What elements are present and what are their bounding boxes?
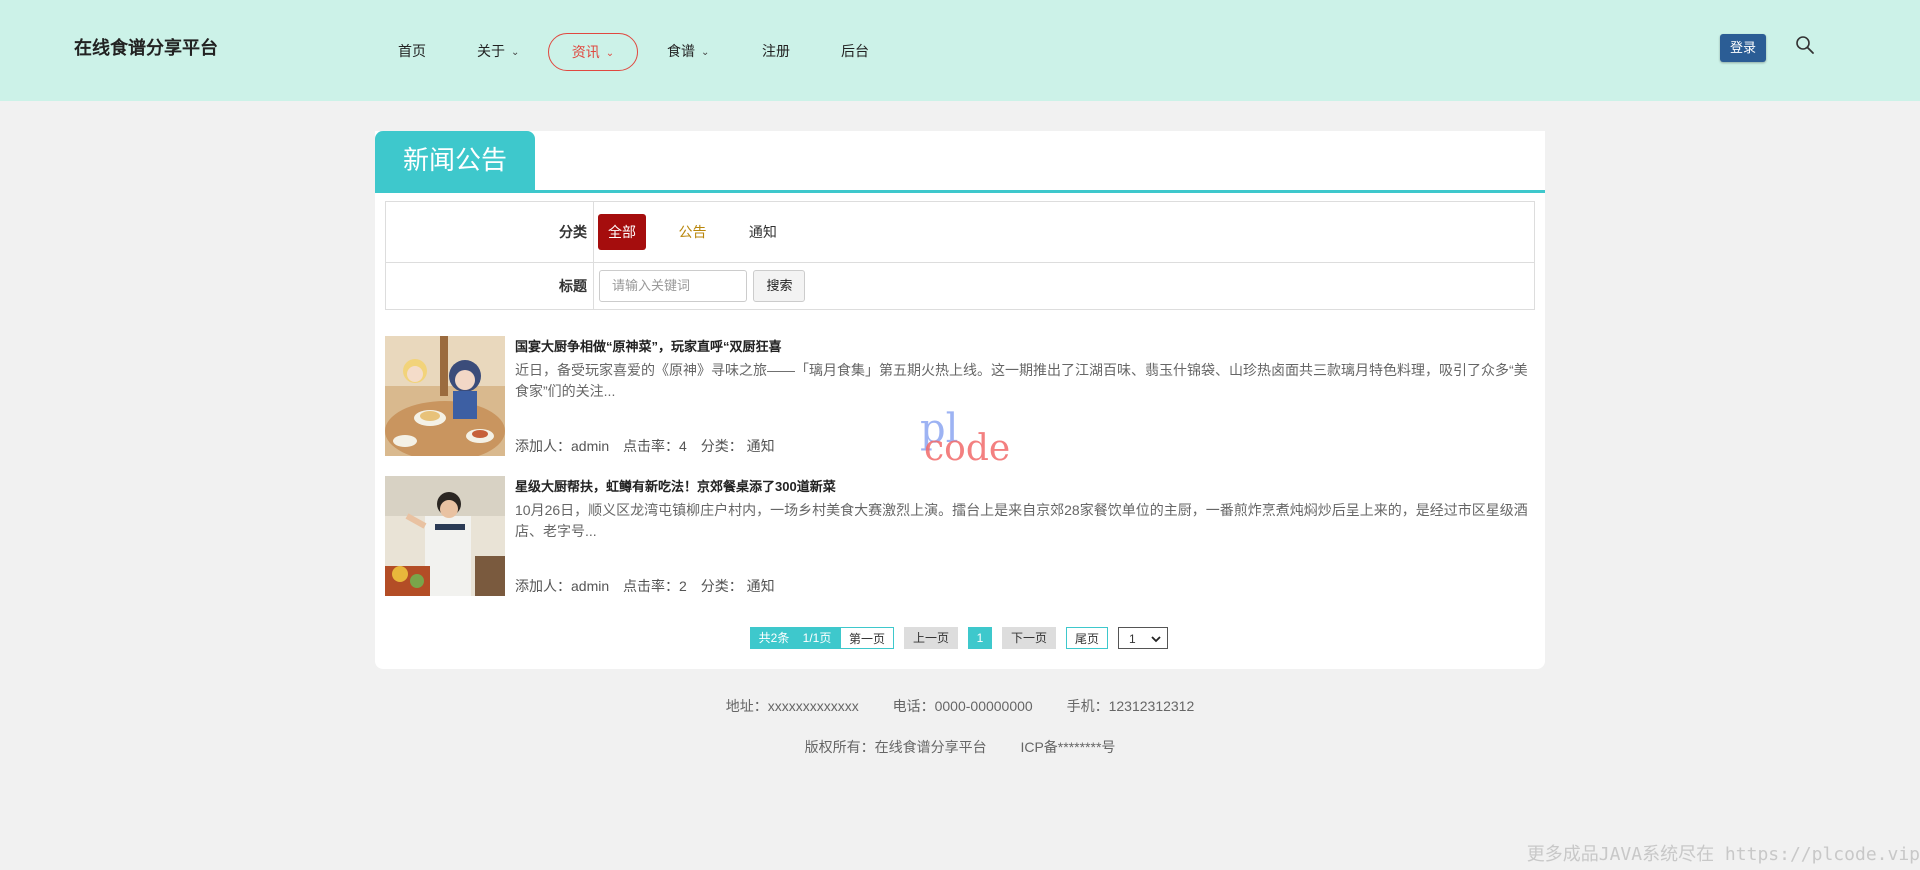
site-brand[interactable]: 在线食谱分享平台 <box>74 34 218 60</box>
category-label: 分类 <box>385 201 594 263</box>
news-title[interactable]: 星级大厨帮扶，虹鳟有新吃法！京郊餐桌添了300道新菜 <box>515 476 836 495</box>
news-summary: 近日，备受玩家喜爱的《原神》寻味之旅——「璃月食集」第五期火热上线。这一期推出了… <box>515 362 1528 399</box>
footer-copyright: 版权所有：在线食谱分享平台 <box>804 739 987 755</box>
news-thumbnail[interactable] <box>385 476 505 596</box>
nav-register[interactable]: 注册 <box>762 33 790 69</box>
news-category: 分类： 通知 <box>700 578 775 594</box>
site-header: 在线食谱分享平台 首页 关于 ⌄ 资讯 ⌄ 食谱 ⌄ 注册 后台 登录 <box>0 0 1920 101</box>
news-clicks: 点击率：2 <box>623 578 687 594</box>
chevron-down-icon: ⌄ <box>701 47 710 58</box>
search-icon[interactable] <box>1795 35 1815 55</box>
nav-recipes[interactable]: 食谱 ⌄ <box>667 33 709 69</box>
title-search-input[interactable]: 请输入关键词 <box>599 270 747 302</box>
first-page-button[interactable]: 第一页 <box>840 627 894 649</box>
pagination-pages: 1/1页 <box>802 631 832 645</box>
current-page[interactable]: 1 <box>968 627 992 649</box>
svg-text:code: code <box>924 428 1010 469</box>
prev-page-button[interactable]: 上一页 <box>904 627 958 649</box>
footer-phone: 电话：0000-00000000 <box>892 698 1033 714</box>
plcode-watermark-logo: pl code <box>920 406 1020 470</box>
news-clicks: 点击率：4 <box>623 438 687 454</box>
category-all[interactable]: 全部 <box>598 214 646 250</box>
next-page-button[interactable]: 下一页 <box>1002 627 1056 649</box>
section-title: 新闻公告 <box>375 131 535 190</box>
news-author: 添加人：admin <box>515 438 610 454</box>
news-summary: 10月26日，顺义区龙湾屯镇柳庄户村内，一场乡村美食大赛激烈上演。擂台上是来自京… <box>515 502 1528 539</box>
category-notice[interactable]: 通知 <box>739 214 787 250</box>
pagination-total: 共2条 <box>758 631 790 645</box>
chevron-down-icon <box>1151 636 1161 643</box>
nav-admin-label: 后台 <box>841 43 869 59</box>
nav-register-label: 注册 <box>762 43 790 59</box>
news-meta: 添加人：admin 点击率：4 分类： 通知 <box>515 436 785 456</box>
nav-about-label: 关于 <box>477 43 505 59</box>
page-select[interactable]: 1 <box>1118 627 1168 649</box>
category-options: 全部 公告 通知 <box>593 201 1535 263</box>
last-page-button[interactable]: 尾页 <box>1066 627 1108 649</box>
nav-home-label: 首页 <box>398 43 426 59</box>
page-select-value: 1 <box>1129 632 1136 646</box>
nav-news[interactable]: 资讯 ⌄ <box>548 33 638 71</box>
footer-mobile: 手机：12312312312 <box>1066 698 1195 714</box>
title-search-cell: 请输入关键词 搜索 <box>593 262 1535 310</box>
nav-admin[interactable]: 后台 <box>841 33 869 69</box>
login-button[interactable]: 登录 <box>1720 34 1766 62</box>
filter-table: 分类 全部 公告 通知 标题 请输入关键词 搜索 <box>385 201 1535 310</box>
section-tab-bar: 新闻公告 <box>375 131 1545 193</box>
news-category: 分类： 通知 <box>700 438 775 454</box>
corner-watermark-text: 更多成品JAVA系统尽在 https://plcode.vip <box>1526 844 1920 865</box>
footer-copyright-line: 版权所有：在线食谱分享平台 ICP备********号 <box>0 737 1920 757</box>
pagination-summary: 共2条 1/1页 <box>750 627 840 649</box>
news-card: 新闻公告 分类 全部 公告 通知 标题 请输入关键词 搜索 国宴大厨争相做“原神… <box>375 131 1545 669</box>
news-author: 添加人：admin <box>515 578 610 594</box>
news-thumbnail[interactable] <box>385 336 505 456</box>
footer-contact: 地址：xxxxxxxxxxxxx 电话：0000-00000000 手机：123… <box>0 696 1920 716</box>
nav-about[interactable]: 关于 ⌄ <box>477 33 519 69</box>
news-meta: 添加人：admin 点击率：2 分类： 通知 <box>515 576 785 596</box>
news-title[interactable]: 国宴大厨争相做“原神菜”，玩家直呼“双厨狂喜 <box>515 336 782 355</box>
search-button[interactable]: 搜索 <box>753 270 806 302</box>
news-item[interactable]: 星级大厨帮扶，虹鳟有新吃法！京郊餐桌添了300道新菜 10月26日，顺义区龙湾屯… <box>385 476 1535 596</box>
footer-address: 地址：xxxxxxxxxxxxx <box>725 698 859 714</box>
footer-icp: ICP备********号 <box>1020 739 1116 755</box>
nav-home[interactable]: 首页 <box>398 33 426 69</box>
nav-news-label: 资讯 <box>571 44 600 60</box>
chevron-down-icon: ⌄ <box>605 48 615 59</box>
chevron-down-icon: ⌄ <box>511 47 520 58</box>
category-announcement[interactable]: 公告 <box>668 214 716 250</box>
nav-recipes-label: 食谱 <box>667 43 695 59</box>
title-label: 标题 <box>385 262 594 310</box>
